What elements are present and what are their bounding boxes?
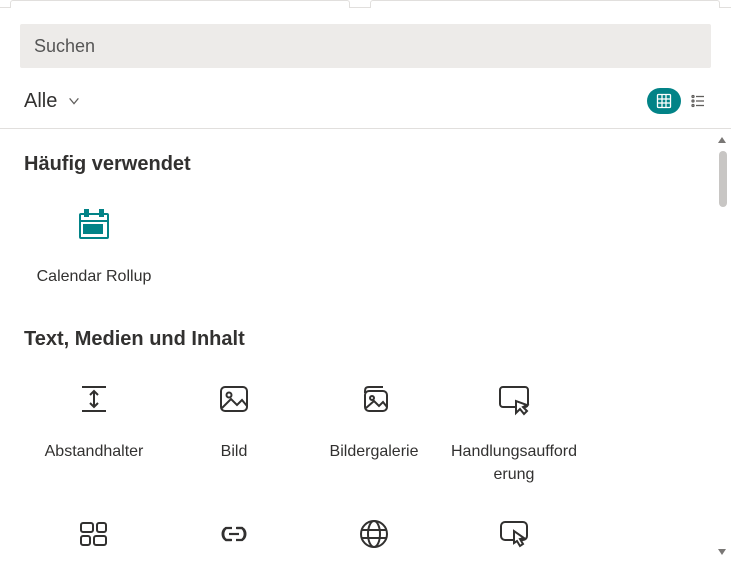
tab-stub[interactable] <box>10 0 350 8</box>
link-icon <box>210 510 258 558</box>
globe-icon <box>350 510 398 558</box>
webpart-link[interactable] <box>164 502 304 563</box>
webpart-scroll-area: Häufig verwendet <box>0 129 731 563</box>
filter-label: Alle <box>24 90 57 113</box>
spacer-icon <box>70 375 118 423</box>
list-icon <box>690 93 706 109</box>
search-input[interactable] <box>20 24 711 68</box>
category-filter-dropdown[interactable]: Alle <box>24 90 81 113</box>
calendar-icon <box>70 200 118 248</box>
filter-row: Alle <box>0 80 731 128</box>
section-title-text-media: Text, Medien und Inhalt <box>24 328 707 351</box>
webpart-label: Bild <box>221 441 248 463</box>
chevron-down-icon <box>67 94 81 108</box>
webpart-globe[interactable] <box>304 502 444 563</box>
list-view-button[interactable] <box>685 88 711 114</box>
top-tab-bar <box>0 0 731 8</box>
webpart-label: Abstandhalter <box>45 441 144 463</box>
section-title-frequent: Häufig verwendet <box>24 153 707 176</box>
button-touch-icon <box>490 510 538 558</box>
hero-icon <box>70 510 118 558</box>
webpart-image[interactable]: Bild <box>164 367 304 502</box>
grid-view-button[interactable] <box>647 88 681 114</box>
tab-stub[interactable] <box>370 0 720 8</box>
scroll-up-arrow-icon[interactable] <box>715 133 729 147</box>
webpart-label: Handlungsaufforderung <box>450 441 578 486</box>
frequent-grid: Calendar Rollup <box>24 192 707 304</box>
image-icon <box>210 375 258 423</box>
webpart-label: Bildergalerie <box>330 441 419 463</box>
text-media-grid: Abstandhalter Bild <box>24 367 707 563</box>
webpart-button[interactable] <box>444 502 584 563</box>
scrollbar-thumb[interactable] <box>719 151 727 207</box>
view-toggle <box>647 88 711 114</box>
scroll-down-arrow-icon[interactable] <box>715 545 729 559</box>
call-to-action-icon <box>490 375 538 423</box>
webpart-label: Calendar Rollup <box>37 266 152 288</box>
search-header <box>0 8 731 80</box>
grid-icon <box>656 93 672 109</box>
webpart-call-to-action[interactable]: Handlungsaufforderung <box>444 367 584 502</box>
webpart-image-gallery[interactable]: Bildergalerie <box>304 367 444 502</box>
image-gallery-icon <box>350 375 398 423</box>
scrollbar[interactable] <box>715 133 729 559</box>
webpart-hero[interactable]: Hero <box>24 502 164 563</box>
webpart-spacer[interactable]: Abstandhalter <box>24 367 164 502</box>
webpart-calendar-rollup[interactable]: Calendar Rollup <box>24 192 164 304</box>
